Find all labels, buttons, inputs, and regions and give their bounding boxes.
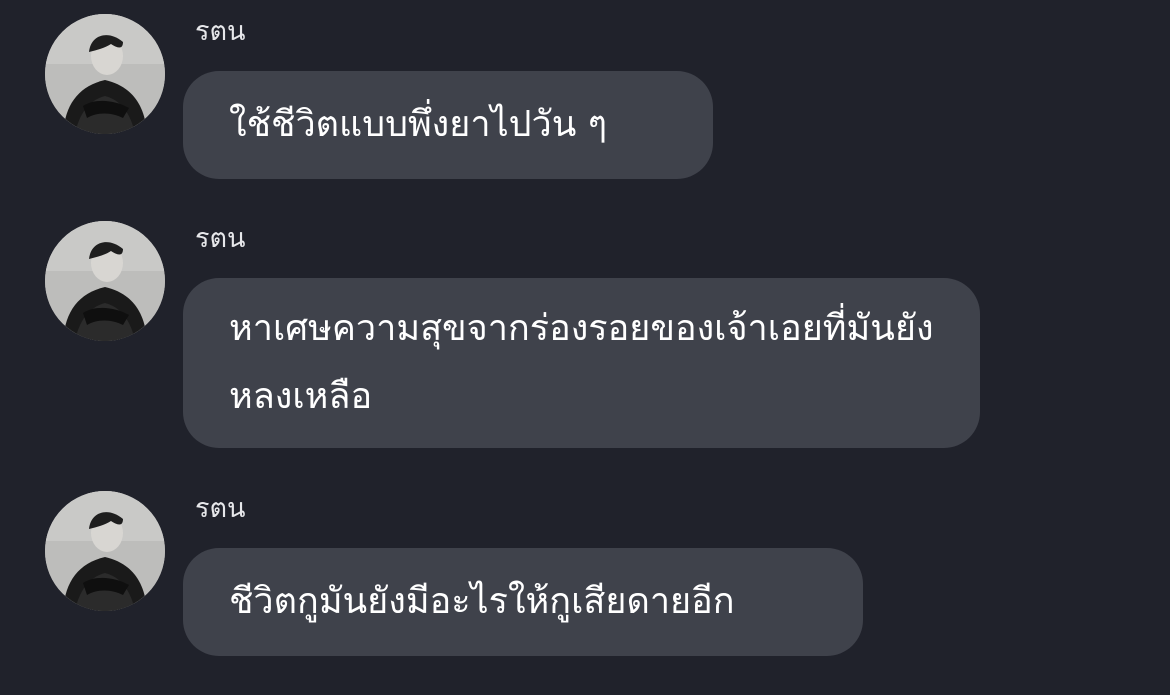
avatar-photo-icon [45, 491, 165, 611]
sender-name: รตน [195, 493, 246, 524]
message-row: รตน ใช้ชีวิตแบบพึ่งยาไปวัน ๆ [0, 0, 1170, 190]
chat-thread: รตน ใช้ชีวิตแบบพึ่งยาไปวัน ๆ รตน หาเศษคว… [0, 0, 1170, 695]
avatar[interactable] [45, 14, 165, 134]
avatar-photo-icon [45, 14, 165, 134]
message-text: หาเศษความสุขจากร่องรอยของเจ้าเอยที่มันยั… [229, 308, 934, 417]
message-text: ชีวิตกูมันยังมีอะไรให้กูเสียดายอีก [229, 581, 735, 622]
message-row: รตน หาเศษความสุขจากร่องรอยของเจ้าเอยที่ม… [0, 205, 1170, 465]
avatar-photo-icon [45, 221, 165, 341]
message-text: ใช้ชีวิตแบบพึ่งยาไปวัน ๆ [229, 104, 608, 145]
avatar[interactable] [45, 491, 165, 611]
message-bubble[interactable]: ใช้ชีวิตแบบพึ่งยาไปวัน ๆ [183, 71, 713, 179]
message-row: รตน ชีวิตกูมันยังมีอะไรให้กูเสียดายอีก [0, 475, 1170, 665]
sender-name: รตน [195, 223, 246, 254]
avatar[interactable] [45, 221, 165, 341]
message-bubble[interactable]: หาเศษความสุขจากร่องรอยของเจ้าเอยที่มันยั… [183, 278, 980, 448]
sender-name: รตน [195, 16, 246, 47]
message-bubble[interactable]: ชีวิตกูมันยังมีอะไรให้กูเสียดายอีก [183, 548, 863, 656]
